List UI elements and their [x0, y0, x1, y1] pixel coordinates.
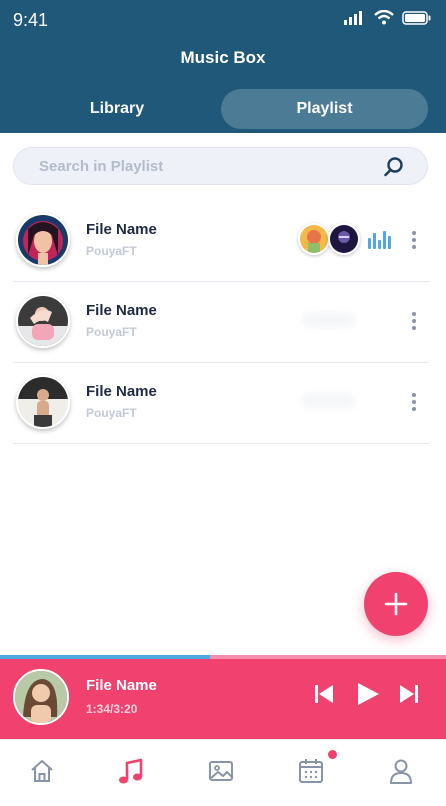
- track-title: File Name: [86, 302, 157, 319]
- now-playing-bar[interactable]: File Name 1:34/3:20: [0, 659, 446, 739]
- track-artist: PouyaFT: [86, 406, 137, 420]
- search-input[interactable]: Search in Playlist: [39, 158, 163, 175]
- notification-badge: [328, 750, 337, 759]
- plus-icon: [384, 592, 408, 616]
- add-button[interactable]: [364, 572, 428, 636]
- music-note-icon[interactable]: [118, 758, 144, 786]
- avatar: [16, 375, 70, 429]
- search-icon[interactable]: [383, 156, 405, 178]
- status-icons: [344, 10, 432, 25]
- signal-icon: [344, 10, 362, 25]
- now-playing-avatar: [13, 669, 69, 725]
- now-playing-time: 1:34/3:20: [86, 702, 138, 716]
- tab-library[interactable]: Library: [12, 89, 222, 129]
- calendar-icon[interactable]: [298, 758, 324, 784]
- avatar: [16, 213, 70, 267]
- battery-icon: [402, 10, 431, 25]
- home-icon[interactable]: [29, 758, 55, 784]
- search-bar[interactable]: Search in Playlist: [13, 147, 428, 185]
- listener-avatar: [298, 223, 330, 255]
- tab-playlist[interactable]: Playlist: [221, 89, 428, 129]
- listener-avatar: [328, 223, 360, 255]
- track-title: File Name: [86, 221, 157, 238]
- bottom-nav: [0, 739, 446, 806]
- play-icon[interactable]: [356, 682, 380, 706]
- equalizer-icon: [368, 231, 391, 249]
- more-icon[interactable]: [412, 312, 416, 330]
- status-bar: 9:41: [0, 0, 446, 40]
- list-item[interactable]: File Name PouyaFT: [13, 201, 429, 282]
- status-time: 9:41: [13, 10, 49, 30]
- next-icon[interactable]: [399, 684, 419, 704]
- track-artist: PouyaFT: [86, 244, 137, 258]
- list-item[interactable]: File Name PouyaFT: [13, 282, 429, 363]
- app-title: Music Box: [180, 48, 266, 67]
- track-artist: PouyaFT: [86, 325, 137, 339]
- more-icon[interactable]: [412, 393, 416, 411]
- profile-icon[interactable]: [388, 758, 414, 784]
- app-header: 9:41 Music Box Library Playlist: [0, 0, 446, 133]
- now-playing-title: File Name: [86, 677, 157, 694]
- track-title: File Name: [86, 383, 157, 400]
- previous-icon[interactable]: [314, 684, 334, 704]
- avatar: [16, 294, 70, 348]
- more-icon[interactable]: [412, 231, 416, 249]
- wifi-icon: [374, 10, 394, 25]
- listener-placeholder: [301, 393, 356, 409]
- gallery-icon[interactable]: [208, 758, 234, 784]
- list-item[interactable]: File Name PouyaFT: [13, 363, 429, 444]
- listener-placeholder: [301, 312, 356, 328]
